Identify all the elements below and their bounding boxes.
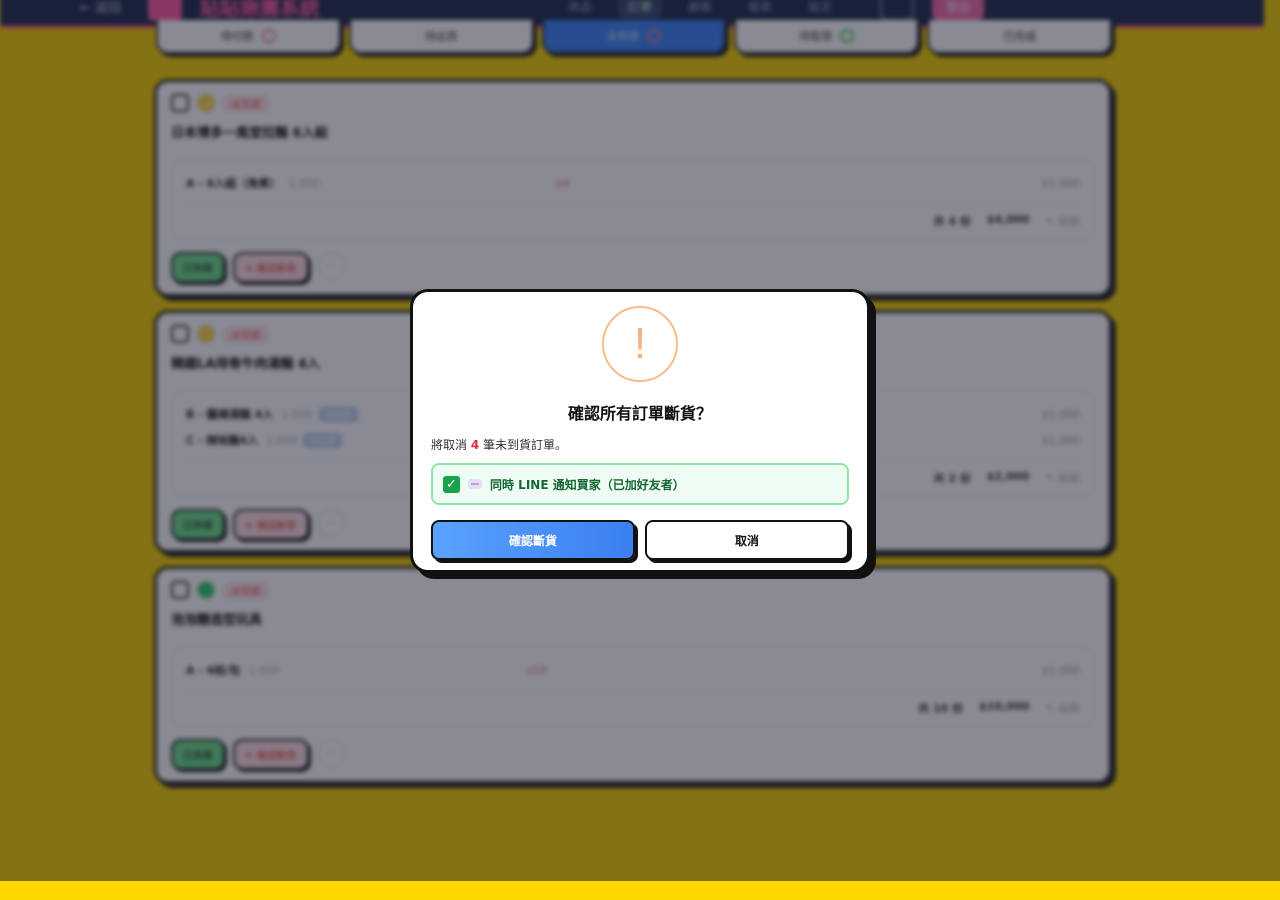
warning-symbol: ! xyxy=(633,319,647,368)
line-notify-option[interactable]: ✓ 同時 LINE 通知買家（已加好友者） xyxy=(431,463,849,505)
desc-suffix: 筆未到貨訂單。 xyxy=(479,438,568,452)
confirm-out-of-stock-button[interactable]: 確認斷貨 xyxy=(431,520,635,560)
confirm-dialog: ! 確認所有訂單斷貨？ 將取消 4 筆未到貨訂單。 ✓ 同時 LINE 通知買家… xyxy=(410,289,870,573)
order-count: 4 xyxy=(470,438,480,452)
bottom-bar xyxy=(0,881,1280,900)
checkbox-checked-icon[interactable]: ✓ xyxy=(443,475,460,493)
cancel-button[interactable]: 取消 xyxy=(645,520,849,560)
dialog-title: 確認所有訂單斷貨？ xyxy=(567,404,712,423)
line-app-icon xyxy=(468,479,482,489)
dialog-actions: 確認斷貨 取消 xyxy=(431,520,849,560)
line-notify-label: 同時 LINE 通知買家（已加好友者） xyxy=(490,477,685,492)
desc-prefix: 將取消 xyxy=(431,438,471,452)
dialog-description: 將取消 4 筆未到貨訂單。 xyxy=(431,436,849,453)
exclamation-circle-icon: ! xyxy=(602,306,678,382)
